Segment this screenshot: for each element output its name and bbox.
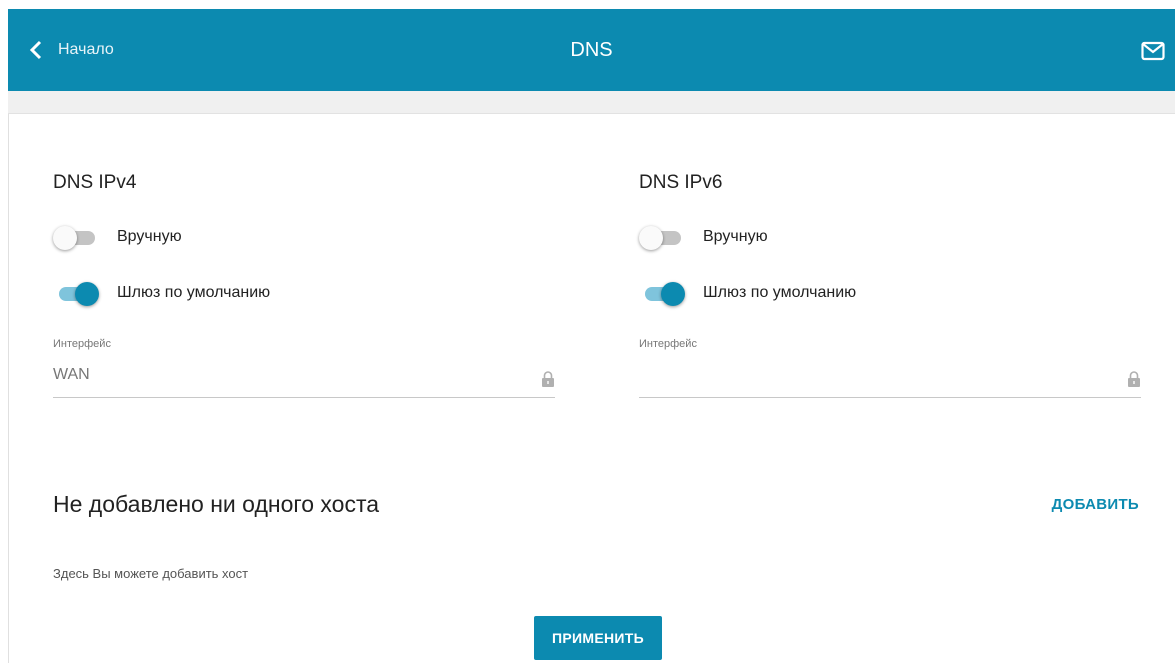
- lock-icon: [1128, 371, 1140, 387]
- hosts-hint: Здесь Вы можете добавить хост: [53, 566, 249, 581]
- ipv6-interface-field: Интерфейс: [639, 338, 1141, 398]
- ipv4-interface-label: Интерфейс: [53, 338, 111, 350]
- ipv6-gateway-switch[interactable]: [639, 278, 685, 308]
- ipv6-manual-label: Вручную: [703, 228, 768, 245]
- page-title: DNS: [570, 39, 613, 61]
- ipv4-gateway-toggle-row[interactable]: Шлюз по умолчанию: [53, 278, 270, 308]
- ipv4-gateway-switch[interactable]: [53, 278, 99, 308]
- ipv6-title: DNS IPv6: [639, 172, 723, 193]
- switch-knob: [53, 226, 77, 250]
- ipv6-gateway-label: Шлюз по умолчанию: [703, 284, 857, 301]
- ipv4-interface-value: WAN: [53, 366, 90, 383]
- add-host-button[interactable]: ДОБАВИТЬ: [1052, 496, 1139, 513]
- ipv6-interface-label: Интерфейс: [639, 338, 697, 350]
- ipv4-interface-input: WAN: [53, 354, 555, 398]
- ipv6-gateway-toggle-row[interactable]: Шлюз по умолчанию: [639, 278, 856, 308]
- ipv4-manual-switch[interactable]: [53, 222, 99, 252]
- ipv6-interface-input: [639, 354, 1141, 398]
- apply-button[interactable]: ПРИМЕНИТЬ: [534, 616, 662, 660]
- switch-knob: [639, 226, 663, 250]
- ipv4-title: DNS IPv4: [53, 172, 137, 193]
- ipv4-manual-toggle-row[interactable]: Вручную: [53, 222, 182, 252]
- hosts-empty-title: Не добавлено ни одного хоста: [53, 491, 380, 517]
- ipv6-manual-toggle-row[interactable]: Вручную: [639, 222, 768, 252]
- lock-icon: [542, 371, 554, 387]
- ipv4-interface-field: Интерфейс WAN: [53, 338, 555, 398]
- ipv4-manual-label: Вручную: [117, 228, 182, 245]
- dns-ipv6-section: DNS IPv6 Вручную Шлюз по умолчанию Интер…: [639, 168, 1141, 398]
- mail-icon[interactable]: [1141, 41, 1165, 61]
- switch-knob: [75, 282, 99, 306]
- header-gap: [8, 91, 1175, 114]
- ipv4-gateway-label: Шлюз по умолчанию: [117, 284, 271, 301]
- dns-ipv4-section: DNS IPv4 Вручную Шлюз по умолчанию Интер…: [53, 168, 555, 398]
- top-header: Начало DNS: [8, 9, 1175, 91]
- switch-knob: [661, 282, 685, 306]
- ipv6-manual-switch[interactable]: [639, 222, 685, 252]
- left-divider: [8, 114, 9, 663]
